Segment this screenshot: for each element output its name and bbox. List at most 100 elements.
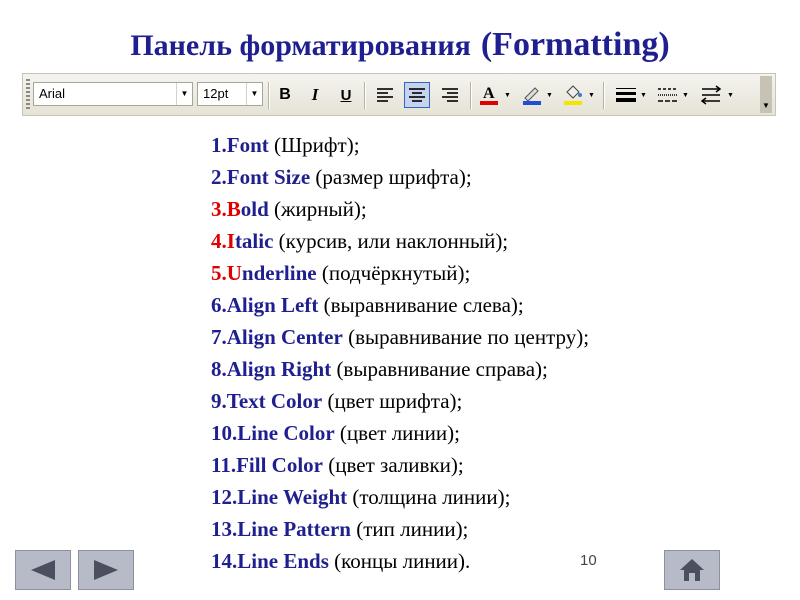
item-description: (подчёркнутый); — [316, 261, 471, 285]
item-term: Line Color — [237, 421, 335, 445]
item-number: 14. — [211, 549, 238, 573]
item-number: 3. — [211, 197, 227, 221]
list-item: 6.Align Left (выравнивание слева); — [211, 289, 589, 321]
list-item: 11.Fill Color (цвет заливки); — [211, 449, 589, 481]
font-size-value: 12pt — [203, 86, 229, 101]
toolbar-separator — [268, 82, 270, 109]
forward-arrow-icon — [94, 560, 118, 580]
line-pattern-dropdown[interactable]: ▼ — [681, 82, 690, 108]
item-term: Font Size — [226, 165, 311, 189]
text-color-swatch — [480, 101, 498, 105]
fill-color-dropdown[interactable]: ▼ — [587, 82, 596, 108]
list-item: 2.Font Size (размер шрифта); — [211, 161, 589, 193]
text-color-icon: A — [480, 85, 498, 105]
item-number: 9. — [211, 389, 227, 413]
item-term: Align Right — [226, 357, 332, 381]
toolbar-separator — [470, 82, 472, 109]
line-weight-dropdown[interactable]: ▼ — [639, 82, 648, 108]
title-russian: Панель форматирования — [130, 29, 471, 62]
back-arrow-icon — [31, 560, 55, 580]
line-ends-icon — [700, 85, 722, 105]
underline-button[interactable]: U — [333, 82, 359, 108]
item-term: nderline — [241, 261, 317, 285]
item-number: 4. — [211, 229, 227, 253]
align-center-icon — [409, 88, 425, 102]
align-left-icon — [377, 88, 393, 102]
item-description: (курсив, или наклонный); — [273, 229, 509, 253]
home-icon — [680, 559, 704, 581]
item-number: 2. — [211, 165, 227, 189]
home-button[interactable] — [664, 550, 720, 590]
line-color-icon — [523, 87, 541, 105]
bold-button[interactable]: B — [272, 82, 298, 108]
item-term: old — [240, 197, 269, 221]
align-left-button[interactable] — [372, 82, 398, 108]
paint-bucket-icon — [564, 85, 582, 105]
item-number: 7. — [211, 325, 227, 349]
font-name-combo[interactable]: Arial ▼ — [33, 82, 193, 106]
item-key-letter: B — [226, 197, 241, 221]
item-term: talic — [234, 229, 274, 253]
line-pattern-button[interactable] — [655, 82, 681, 108]
title-english: (Formatting) — [480, 26, 670, 63]
item-description: (тип линии); — [350, 517, 469, 541]
item-number: 5. — [211, 261, 227, 285]
fill-color-swatch — [564, 101, 582, 105]
line-weight-button[interactable] — [613, 82, 639, 108]
line-color-button[interactable] — [519, 82, 545, 108]
item-description: (цвет линии); — [334, 421, 460, 445]
item-key-letter: I — [226, 229, 235, 253]
list-item: 10.Line Color (цвет линии); — [211, 417, 589, 449]
item-description: (выравнивание слева); — [318, 293, 524, 317]
item-number: 8. — [211, 357, 227, 381]
toolbar-items-list: 1.Font (Шрифт); 2.Font Size (размер шрифт… — [211, 129, 589, 577]
list-item: 7.Align Center (выравнивание по центру); — [211, 321, 589, 353]
chevron-down-icon[interactable]: ▼ — [176, 83, 192, 105]
toolbar-grip[interactable] — [26, 79, 30, 111]
next-slide-button[interactable] — [78, 550, 134, 590]
item-description: (выравнивание справа); — [331, 357, 548, 381]
toolbar-separator — [603, 82, 605, 109]
toolbar-options-chevron[interactable]: ▼ — [760, 76, 772, 113]
item-description: (цвет заливки); — [323, 453, 464, 477]
font-name-value: Arial — [39, 86, 66, 101]
fill-color-button[interactable] — [560, 82, 586, 108]
formatting-toolbar: Arial ▼ 12pt ▼ B I U A ▼ ▼ ▼ ▼ ▼ ▼ ▼ — [22, 73, 776, 116]
svg-text:A: A — [483, 85, 495, 102]
list-item: 4.Italic (курсив, или наклонный); — [211, 225, 589, 257]
align-right-icon — [442, 88, 458, 102]
item-term: Fill Color — [236, 453, 323, 477]
align-center-button[interactable] — [404, 82, 430, 108]
text-color-button[interactable]: A — [476, 82, 502, 108]
previous-slide-button[interactable] — [15, 550, 71, 590]
line-ends-button[interactable] — [698, 82, 724, 108]
item-term: Line Ends — [237, 549, 329, 573]
align-right-button[interactable] — [437, 82, 463, 108]
toolbar-separator — [364, 82, 366, 109]
list-item: 9.Text Color (цвет шрифта); — [211, 385, 589, 417]
text-color-dropdown[interactable]: ▼ — [503, 82, 512, 108]
line-ends-dropdown[interactable]: ▼ — [726, 82, 735, 108]
list-item: 1.Font (Шрифт); — [211, 129, 589, 161]
line-color-swatch — [523, 101, 541, 105]
line-color-dropdown[interactable]: ▼ — [545, 82, 554, 108]
italic-button[interactable]: I — [302, 82, 328, 108]
list-item: 14.Line Ends (концы линии). — [211, 545, 589, 577]
item-description: (концы линии). — [328, 549, 471, 573]
list-item: 12.Line Weight (толщина линии); — [211, 481, 589, 513]
item-term: Line Weight — [237, 485, 348, 509]
italic-label: I — [311, 85, 319, 104]
item-description: (размер шрифта); — [310, 165, 472, 189]
item-term: Align Center — [226, 325, 343, 349]
item-number: 10. — [211, 421, 238, 445]
line-weight-icon — [616, 88, 636, 102]
item-description: (выравнивание по центру); — [342, 325, 590, 349]
item-term: Line Pattern — [237, 517, 351, 541]
line-pattern-icon — [658, 88, 678, 102]
item-number: 11. — [211, 453, 237, 477]
bold-label: B — [279, 86, 291, 103]
chevron-down-icon[interactable]: ▼ — [246, 83, 262, 105]
item-number: 12. — [211, 485, 238, 509]
font-size-combo[interactable]: 12pt ▼ — [197, 82, 263, 106]
item-number: 1. — [211, 133, 227, 157]
